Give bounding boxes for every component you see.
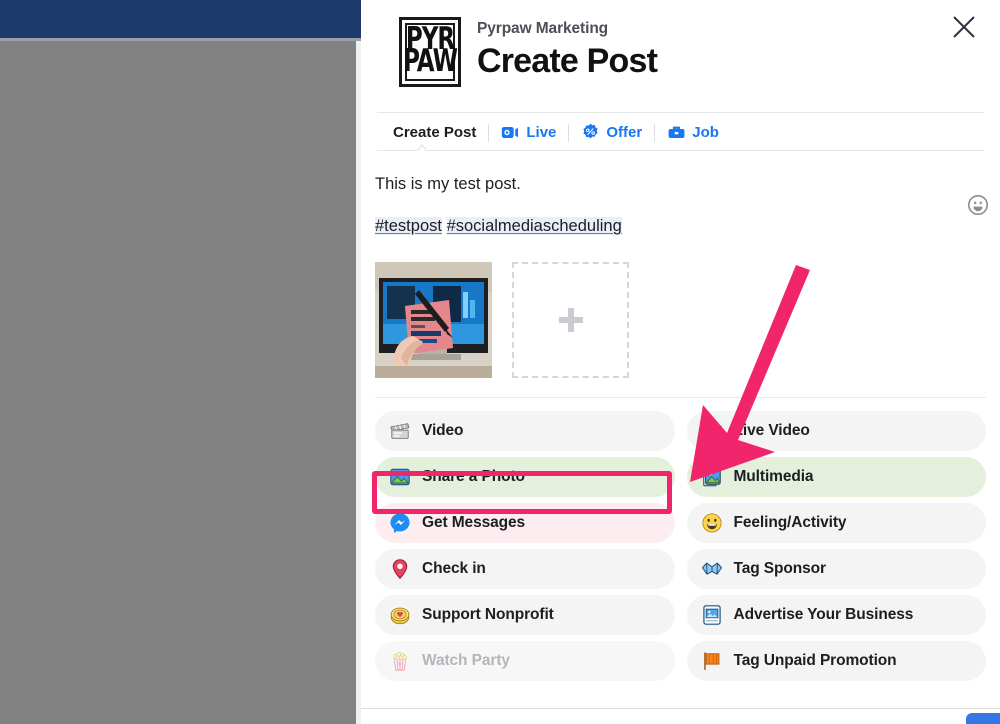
footer-divider — [361, 708, 1000, 709]
clapperboard-icon — [390, 422, 410, 439]
action-advertise-your-business-label: Advertise Your Business — [733, 605, 914, 623]
create-post-modal: PYR PAW Pyrpaw Marketing Create Post Cre… — [361, 0, 1000, 724]
multimedia-icon — [702, 467, 721, 486]
post-composer[interactable]: This is my test post. #testpost #socialm… — [361, 151, 1000, 238]
action-share-a-photo[interactable]: Share a Photo — [375, 456, 675, 497]
action-tag-unpaid-promotion-label: Tag Unpaid Promotion — [733, 651, 897, 669]
action-watch-party-label: Watch Party — [422, 651, 510, 669]
tabbar: Create Post Live Offer Job — [361, 113, 1000, 150]
tab-job-label: Job — [692, 124, 719, 141]
action-feeling-activity-label: Feeling/Activity — [733, 513, 847, 531]
page-title: Create Post — [477, 42, 658, 80]
action-check-in[interactable]: Check in — [375, 548, 675, 589]
action-support-nonprofit[interactable]: Support Nonprofit — [375, 594, 675, 635]
tab-create-post[interactable]: Create Post — [393, 124, 488, 141]
photo-icon — [390, 468, 410, 485]
attached-photo-thumbnail[interactable] — [375, 261, 492, 378]
orange-flag-icon — [703, 651, 719, 670]
location-pin-icon — [392, 558, 408, 579]
action-multimedia[interactable]: Multimedia — [686, 456, 986, 497]
smiley-emoji-icon — [701, 512, 722, 533]
close-icon — [953, 16, 975, 38]
header-text-block: Pyrpaw Marketing Create Post — [477, 14, 658, 81]
handshake-icon — [701, 562, 722, 575]
tab-offer[interactable]: Offer — [569, 123, 654, 142]
action-check-in-label: Check in — [422, 559, 486, 577]
action-feeling-activity[interactable]: Feeling/Activity — [686, 502, 986, 543]
hashtag-2[interactable]: #socialmediascheduling — [446, 217, 622, 236]
action-tag-sponsor[interactable]: Tag Sponsor — [686, 548, 986, 589]
action-get-messages[interactable]: Get Messages — [375, 502, 675, 543]
post-hashtags: #testpost #socialmediascheduling — [375, 215, 1000, 237]
post-body-text: This is my test post. — [375, 175, 521, 193]
tab-create-post-label: Create Post — [393, 124, 477, 141]
smiley-face-icon — [968, 195, 988, 215]
action-video-label: Video — [422, 421, 464, 439]
action-support-nonprofit-label: Support Nonprofit — [422, 605, 554, 623]
media-attachments — [361, 238, 1000, 378]
action-watch-party: Watch Party — [375, 640, 675, 681]
logo-text-line2: PAW — [403, 44, 458, 80]
action-share-a-photo-label: Share a Photo — [422, 467, 525, 485]
post-button[interactable] — [966, 713, 1000, 724]
hashtag-1[interactable]: #testpost — [375, 217, 442, 236]
live-video-icon — [701, 424, 722, 437]
add-media-button[interactable] — [512, 261, 629, 378]
action-tag-sponsor-label: Tag Sponsor — [733, 559, 827, 577]
modal-header: PYR PAW Pyrpaw Marketing Create Post — [361, 0, 1000, 112]
photo-thumbnail-image — [375, 261, 492, 378]
popcorn-icon — [393, 651, 407, 671]
screenshot-root: PYR PAW Pyrpaw Marketing Create Post Cre… — [0, 0, 1000, 724]
messenger-icon — [390, 512, 410, 533]
close-button[interactable] — [946, 9, 982, 45]
modal-overlay-dim[interactable] — [0, 41, 356, 724]
active-tab-caret — [416, 144, 429, 151]
action-multimedia-label: Multimedia — [733, 467, 814, 485]
post-actions-grid: Video Live Video Share a Photo Multimedi… — [361, 398, 1000, 681]
action-get-messages-label: Get Messages — [422, 513, 526, 531]
background-navbar — [0, 0, 361, 38]
tab-live-label: Live — [526, 124, 557, 141]
action-advertise-your-business[interactable]: Advertise Your Business — [686, 594, 986, 635]
offer-tag-icon — [583, 123, 598, 139]
action-live-video-label: Live Video — [733, 421, 810, 439]
briefcase-icon — [668, 126, 685, 139]
action-video[interactable]: Video — [375, 410, 675, 451]
action-live-video[interactable]: Live Video — [686, 410, 986, 451]
plus-icon — [558, 307, 583, 332]
tab-live[interactable]: Live — [489, 123, 568, 142]
action-tag-unpaid-promotion[interactable]: Tag Unpaid Promotion — [686, 640, 986, 681]
heart-coin-icon — [390, 607, 410, 624]
tab-job[interactable]: Job — [655, 123, 731, 142]
tabbar-wrap: Create Post Live Offer Job — [361, 112, 1000, 151]
tab-offer-label: Offer — [606, 124, 643, 141]
brand-name: Pyrpaw Marketing — [477, 20, 609, 37]
pyrpaw-logo: PYR PAW — [399, 17, 461, 87]
emoji-picker-button[interactable] — [966, 193, 990, 217]
ad-image-icon — [702, 604, 721, 625]
live-camera-icon — [502, 126, 519, 139]
